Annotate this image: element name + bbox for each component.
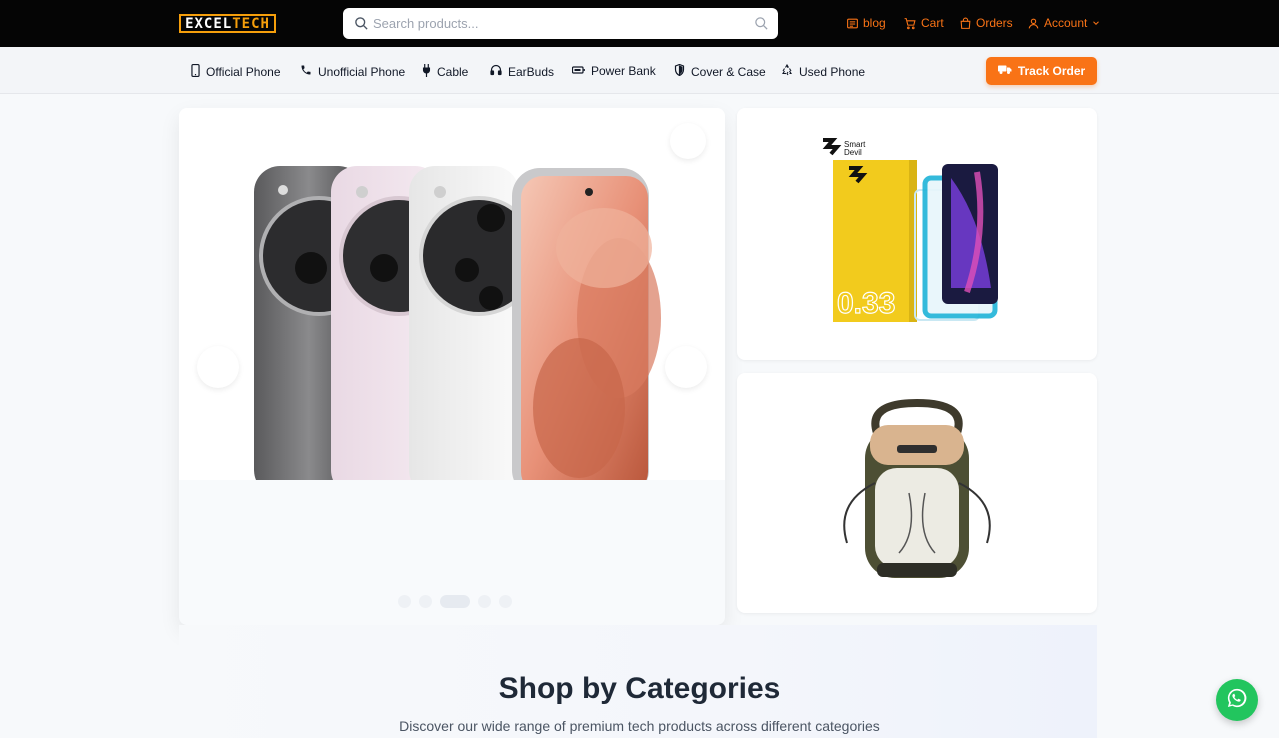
carousel-next-button[interactable] xyxy=(665,346,707,388)
carousel-dot-5[interactable] xyxy=(499,595,512,608)
search-input[interactable] xyxy=(373,16,744,31)
category-label: Unofficial Phone xyxy=(318,64,406,79)
bag-icon xyxy=(959,17,972,30)
svg-text:Devil: Devil xyxy=(844,148,862,157)
search-icon xyxy=(343,16,373,31)
category-official-phone[interactable]: Official Phone xyxy=(191,64,281,80)
carousel-prev-button[interactable] xyxy=(197,346,239,388)
cart-icon xyxy=(903,17,917,30)
nav-account[interactable]: Account xyxy=(1027,16,1101,30)
promo-card-screen-protector[interactable]: Smart Devil 0.33 xyxy=(737,108,1097,360)
site-logo[interactable]: EXCEL TECH xyxy=(179,14,276,33)
promo-card-backpack[interactable] xyxy=(737,373,1097,613)
category-cable[interactable]: Cable xyxy=(422,64,468,80)
battery-icon xyxy=(571,64,585,78)
category-label: Cable xyxy=(437,65,469,79)
nav-orders[interactable]: Orders xyxy=(959,16,1013,30)
screen-protector-product-image: Smart Devil 0.33 xyxy=(822,138,998,322)
nav-blog[interactable]: blog xyxy=(846,16,886,30)
category-bar: Official Phone Unofficial Phone Cable Ea… xyxy=(0,47,1279,94)
top-navbar: EXCEL TECH blog Cart Orders Account xyxy=(0,0,1279,47)
phones-product-image xyxy=(179,166,725,510)
nav-cart[interactable]: Cart xyxy=(903,16,944,30)
box-text: 0.33 xyxy=(837,287,895,320)
carousel-dot-2[interactable] xyxy=(419,595,432,608)
hero-carousel xyxy=(179,108,725,625)
shield-icon xyxy=(674,63,685,79)
search-submit-icon[interactable] xyxy=(744,16,778,31)
search-bar xyxy=(343,8,778,39)
category-label: Power Bank xyxy=(591,64,656,78)
logo-text-excel: EXCEL xyxy=(185,15,233,32)
backpack-product-image xyxy=(843,398,991,578)
plug-icon xyxy=(422,64,431,80)
category-label: Official Phone xyxy=(206,65,281,79)
track-order-button[interactable]: Track Order xyxy=(986,57,1097,85)
category-label: EarBuds xyxy=(508,64,555,79)
carousel-dot-1[interactable] xyxy=(398,595,411,608)
category-earbuds[interactable]: EarBuds xyxy=(490,64,554,79)
category-unofficial-phone[interactable]: Unofficial Phone xyxy=(300,64,405,79)
truck-icon xyxy=(997,64,1012,78)
nav-cart-label: Cart xyxy=(921,16,944,30)
mobile-icon xyxy=(191,64,200,80)
category-label: Used Phone xyxy=(799,64,866,79)
category-label: Cover & Case xyxy=(691,64,766,79)
carousel-dot-4[interactable] xyxy=(478,595,491,608)
logo-text-tech: TECH xyxy=(232,15,270,32)
phone-icon xyxy=(300,64,312,79)
user-icon xyxy=(1027,17,1040,30)
headphones-icon xyxy=(490,64,502,79)
recycle-icon xyxy=(781,63,793,79)
category-used-phone[interactable]: Used Phone xyxy=(781,63,866,79)
carousel-dot-3-active[interactable] xyxy=(440,595,470,608)
nav-orders-label: Orders xyxy=(976,16,1013,30)
nav-blog-label: blog xyxy=(863,16,886,30)
chevron-down-icon xyxy=(1091,18,1101,28)
whatsapp-icon xyxy=(1226,687,1248,714)
category-cover-case[interactable]: Cover & Case xyxy=(674,63,766,79)
category-power-bank[interactable]: Power Bank xyxy=(571,64,656,78)
whatsapp-chat-button[interactable] xyxy=(1216,679,1258,721)
track-order-label: Track Order xyxy=(1017,64,1086,78)
hero-slide-image[interactable] xyxy=(179,108,725,510)
blog-icon xyxy=(846,17,859,30)
carousel-dots xyxy=(398,595,512,608)
categories-section-title: Shop by Categories xyxy=(498,672,781,705)
carousel-top-button[interactable] xyxy=(670,123,706,159)
nav-account-label: Account xyxy=(1044,16,1088,30)
categories-section-subtitle: Discover our wide range of premium tech … xyxy=(399,718,880,734)
